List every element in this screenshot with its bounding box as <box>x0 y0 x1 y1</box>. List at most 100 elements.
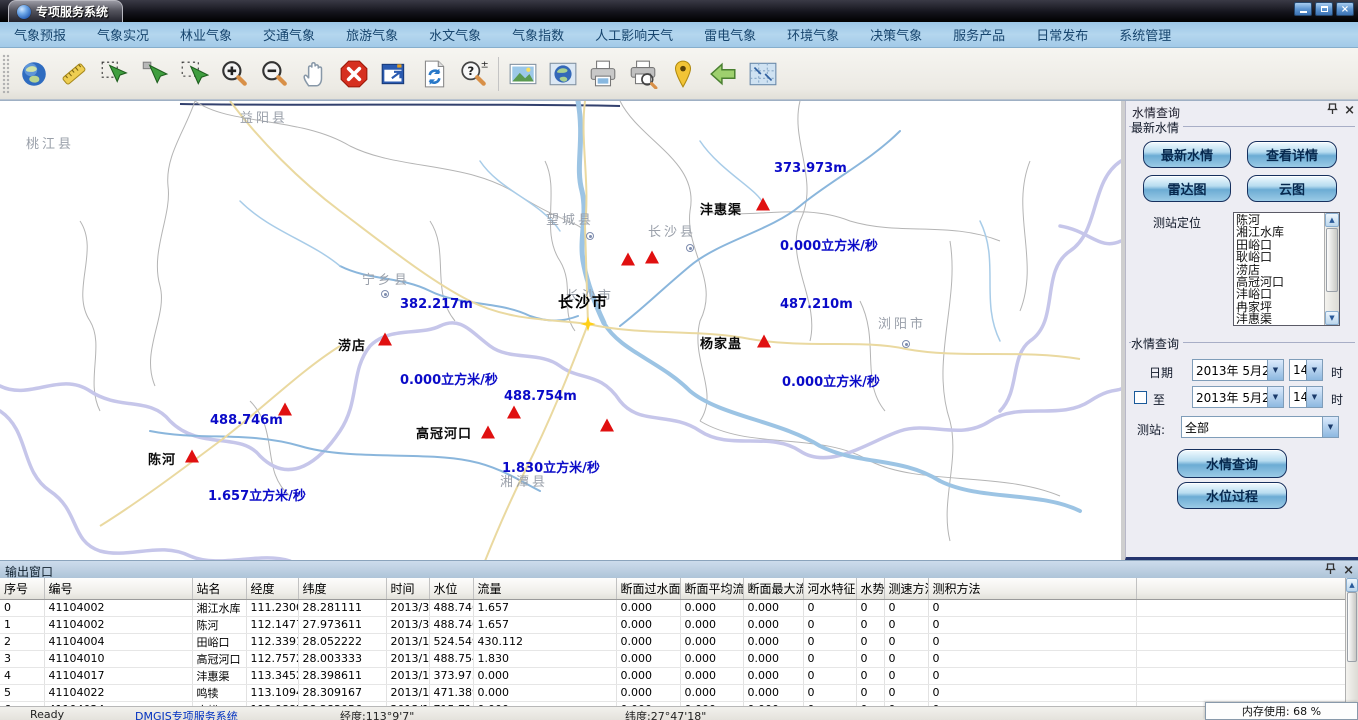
full-extent-tool-icon[interactable] <box>743 54 783 94</box>
chevron-down-icon[interactable]: ▼ <box>1306 387 1322 407</box>
menu-item[interactable]: 服务产品 <box>953 25 1005 44</box>
station-list-item[interactable]: 耿峪口 <box>1236 251 1323 263</box>
scroll-up-icon[interactable]: ▲ <box>1346 578 1358 592</box>
menu-item[interactable]: 系统管理 <box>1119 25 1171 44</box>
output-close-icon[interactable]: × <box>1343 565 1354 577</box>
chevron-down-icon[interactable]: ▼ <box>1322 417 1338 437</box>
select-tool-icon[interactable] <box>134 54 174 94</box>
table-row[interactable]: 441104017沣惠渠113.34527828.3986112013/1/6 … <box>0 667 1345 684</box>
table-cell: 0 <box>928 684 1137 701</box>
menu-item[interactable]: 气象实况 <box>97 25 149 44</box>
station-list-item[interactable]: 沣峪口 <box>1236 288 1323 300</box>
back-arrow-tool-icon[interactable] <box>703 54 743 94</box>
station-listbox[interactable]: 陈河湘江水库田峪口耿峪口涝店高冠河口沣峪口冉家坪沣惠渠 ▲ ▼ <box>1233 212 1340 326</box>
menu-item[interactable]: 日常发布 <box>1036 25 1088 44</box>
station-list-scrollbar[interactable]: ▲ ▼ <box>1324 213 1339 325</box>
scroll-up-icon[interactable]: ▲ <box>1325 213 1339 227</box>
map-canvas[interactable]: 桃江县益阳县宁乡县望城县长沙县长沙市长沙市浏阳市湘潭县沣惠渠杨家蛊涝店高冠河口陈… <box>0 101 1121 560</box>
menu-item[interactable]: 雷电气象 <box>704 25 756 44</box>
station-list-item[interactable]: 湘江水库 <box>1236 226 1323 238</box>
toolbar-grip-handle[interactable] <box>2 54 10 94</box>
table-row[interactable]: 341104010高冠河口112.75722228.0033332013/1/6… <box>0 650 1345 667</box>
refresh-tool-icon[interactable] <box>414 54 454 94</box>
station-combo[interactable]: 全部▼ <box>1181 416 1339 438</box>
table-cell <box>1137 599 1346 616</box>
column-header[interactable]: 测积方法 <box>928 578 1137 599</box>
column-header[interactable]: 水势 <box>856 578 884 599</box>
output-scrollbar[interactable]: ▲ <box>1345 578 1358 706</box>
table-cell: 2013/1/6 16:07:58 <box>386 667 429 684</box>
menu-item[interactable]: 旅游气象 <box>346 25 398 44</box>
scroll-down-icon[interactable]: ▼ <box>1325 311 1339 325</box>
column-header[interactable]: 断面最大流 <box>743 578 803 599</box>
column-header[interactable]: 编号 <box>44 578 192 599</box>
menu-item[interactable]: 环境气象 <box>787 25 839 44</box>
new-window-tool-icon[interactable] <box>374 54 414 94</box>
panel-pin-icon[interactable] <box>1327 103 1338 118</box>
chevron-down-icon[interactable]: ▼ <box>1267 360 1283 380</box>
column-header[interactable]: 时间 <box>386 578 429 599</box>
water-level-process-button[interactable]: 水位过程 <box>1177 482 1287 509</box>
maximize-button[interactable] <box>1315 2 1333 16</box>
table-cell: 0.000 <box>680 616 743 633</box>
column-header[interactable]: 水位 <box>429 578 473 599</box>
zoom-help-tool-icon[interactable]: ?± <box>454 54 494 94</box>
column-header[interactable] <box>1137 578 1346 599</box>
column-header[interactable]: 河水特征码 <box>803 578 856 599</box>
table-row[interactable]: 541104022鸣犊113.10944428.3091672013/1/6 1… <box>0 684 1345 701</box>
table-row[interactable]: 141104002陈河112.14777827.9736112013/3/14 … <box>0 616 1345 633</box>
measure-tool-icon[interactable] <box>54 54 94 94</box>
select-area-tool-icon[interactable] <box>174 54 214 94</box>
date-combo-1[interactable]: 2013年 5月20日▼ <box>1192 359 1284 381</box>
select-dotted-tool-icon[interactable] <box>94 54 134 94</box>
globe-tool-icon[interactable] <box>14 54 54 94</box>
menu-item[interactable]: 林业气象 <box>180 25 232 44</box>
view-detail-button[interactable]: 查看详情 <box>1247 141 1337 168</box>
zoom-out-tool-icon[interactable] <box>254 54 294 94</box>
water-query-button[interactable]: 水情查询 <box>1177 449 1287 478</box>
column-header[interactable]: 测速方法 <box>884 578 928 599</box>
column-header[interactable]: 纬度 <box>298 578 386 599</box>
chevron-down-icon[interactable]: ▼ <box>1306 360 1322 380</box>
menu-item[interactable]: 决策气象 <box>870 25 922 44</box>
menu-item[interactable]: 水文气象 <box>429 25 481 44</box>
image-export-tool-icon[interactable] <box>503 54 543 94</box>
panel-close-icon[interactable]: × <box>1344 105 1355 117</box>
close-button[interactable]: × <box>1336 2 1354 16</box>
column-header[interactable]: 流量 <box>473 578 616 599</box>
radar-chart-button[interactable]: 雷达图 <box>1143 175 1231 202</box>
to-date-checkbox[interactable] <box>1134 391 1147 404</box>
pan-hand-tool-icon[interactable] <box>294 54 334 94</box>
output-pin-icon[interactable] <box>1325 563 1336 578</box>
menu-item[interactable]: 人工影响天气 <box>595 25 673 44</box>
menu-item[interactable]: 气象预报 <box>14 25 66 44</box>
station-list-item[interactable]: 沣惠渠 <box>1236 313 1323 324</box>
column-header[interactable]: 序号 <box>0 578 44 599</box>
minimize-button[interactable] <box>1294 2 1312 16</box>
column-header[interactable]: 断面平均流 <box>680 578 743 599</box>
hour-combo-2[interactable]: 14▼ <box>1289 386 1323 408</box>
map-image-tool-icon[interactable] <box>543 54 583 94</box>
column-header[interactable]: 经度 <box>246 578 298 599</box>
chevron-down-icon[interactable]: ▼ <box>1267 387 1283 407</box>
stop-tool-icon[interactable] <box>334 54 374 94</box>
table-row[interactable]: 041104002湘江水库111.23000028.2811112013/3/1… <box>0 599 1345 616</box>
scroll-thumb[interactable] <box>1347 592 1357 662</box>
column-header[interactable]: 断面过水面 <box>616 578 680 599</box>
zoom-in-tool-icon[interactable] <box>214 54 254 94</box>
cloud-chart-button[interactable]: 云图 <box>1247 175 1337 202</box>
table-cell: 0 <box>928 599 1137 616</box>
print-preview-tool-icon[interactable] <box>623 54 663 94</box>
hour-combo-1[interactable]: 14▼ <box>1289 359 1323 381</box>
column-header[interactable]: 站名 <box>192 578 246 599</box>
scroll-thumb[interactable] <box>1326 228 1338 292</box>
table-cell: 112.757222 <box>246 650 298 667</box>
latest-water-button[interactable]: 最新水情 <box>1143 141 1231 168</box>
table-cell: 2013/1/6 16:36:22 <box>386 650 429 667</box>
menu-item[interactable]: 气象指数 <box>512 25 564 44</box>
print-tool-icon[interactable] <box>583 54 623 94</box>
date-combo-2[interactable]: 2013年 5月20日▼ <box>1192 386 1284 408</box>
menu-item[interactable]: 交通气象 <box>263 25 315 44</box>
locate-pin-tool-icon[interactable] <box>663 54 703 94</box>
table-row[interactable]: 241104004田峪口112.33916728.0522222013/1/6 … <box>0 633 1345 650</box>
